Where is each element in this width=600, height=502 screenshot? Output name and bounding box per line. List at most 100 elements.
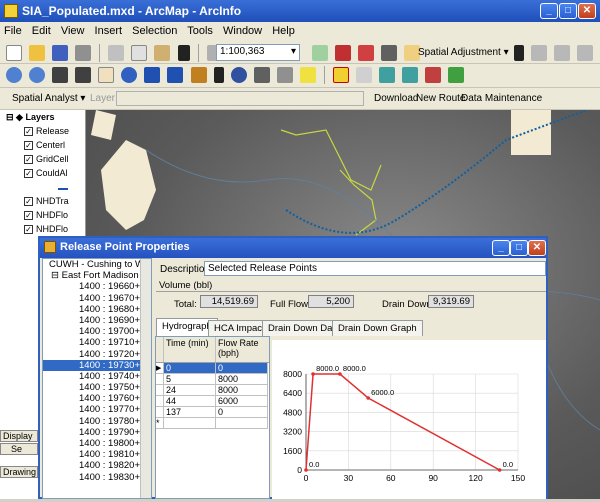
dialog-maximize-button[interactable]: □: [510, 240, 528, 256]
identify-icon[interactable]: [230, 67, 247, 83]
checkbox-icon[interactable]: ✓: [24, 155, 33, 165]
time-column-header[interactable]: Time (min): [164, 337, 216, 362]
select-arrow-icon[interactable]: [514, 45, 524, 61]
checkbox-icon[interactable]: ✓: [24, 211, 33, 221]
flow-rate-cell[interactable]: 8000: [216, 385, 268, 396]
tree-item[interactable]: 1400 : 19830+59: [43, 472, 151, 483]
time-cell[interactable]: 5: [164, 374, 216, 385]
tree-child[interactable]: ⊟ East Fort Madison to: [43, 270, 151, 281]
custom-tool-d-icon[interactable]: [425, 67, 442, 83]
paste-icon[interactable]: [154, 45, 171, 61]
save-icon[interactable]: [52, 45, 69, 61]
toc-layer[interactable]: ✓ GridCell: [0, 152, 85, 166]
cut-icon[interactable]: [108, 45, 125, 61]
release-point-tree[interactable]: CUWH - Cushing to Whi ⊟ East Fort Madiso…: [42, 258, 152, 499]
tree-item[interactable]: 1400 : 19740+59: [43, 371, 151, 382]
dialog-minimize-button[interactable]: _: [492, 240, 510, 256]
menu-file[interactable]: File: [4, 25, 22, 37]
forward-arrow-icon[interactable]: [167, 67, 184, 83]
checkbox-icon[interactable]: ✓: [24, 127, 33, 137]
measure-icon[interactable]: [276, 67, 293, 83]
dialog-close-button[interactable]: ✕: [528, 240, 546, 256]
tree-root[interactable]: CUWH - Cushing to Whi: [43, 259, 151, 270]
toolbox-icon[interactable]: [358, 45, 375, 61]
empty-cell[interactable]: [164, 418, 216, 429]
spatial-adjustment-menu[interactable]: Spatial Adjustment ▾: [418, 47, 509, 58]
data-maintenance-button[interactable]: Data Maintenance: [461, 93, 542, 104]
tree-item[interactable]: 1400 : 19820+59: [43, 460, 151, 471]
checkbox-icon[interactable]: ✓: [24, 197, 33, 207]
checkbox-icon[interactable]: ✓: [24, 141, 33, 151]
fixed-zoom-out-icon[interactable]: [75, 67, 92, 83]
drawing-toolbar[interactable]: Drawing: [0, 466, 38, 478]
close-button[interactable]: ✕: [578, 3, 596, 19]
tree-item[interactable]: 1400 : 19760+59: [43, 393, 151, 404]
select-features-icon[interactable]: [190, 67, 207, 83]
find-binoculars-icon[interactable]: [253, 67, 270, 83]
back-arrow-icon[interactable]: [144, 67, 161, 83]
command-line-icon[interactable]: [381, 45, 398, 61]
select-elements-icon[interactable]: [213, 67, 224, 83]
toc-layer[interactable]: ✓ NHDFlo: [0, 222, 85, 236]
tree-item[interactable]: 1400 : 19710+59: [43, 337, 151, 348]
custom-tool-a-icon[interactable]: [356, 67, 372, 83]
custom-tool-c-icon[interactable]: [402, 67, 419, 83]
zoom-out-icon[interactable]: [29, 67, 46, 83]
new-document-icon[interactable]: [6, 45, 22, 61]
toc-layer[interactable]: ✓ Centerl: [0, 138, 85, 152]
help-icon[interactable]: [332, 67, 349, 83]
editor-icon[interactable]: [312, 45, 328, 61]
minimize-button[interactable]: _: [540, 3, 558, 19]
layers-root[interactable]: ⊟ ◆ Layers: [0, 110, 85, 124]
layer-select[interactable]: [116, 91, 364, 106]
time-cell[interactable]: 137: [164, 407, 216, 418]
tree-item[interactable]: 1400 : 19670+59: [43, 293, 151, 304]
tree-item[interactable]: 1400 : 19770+59: [43, 404, 151, 415]
custom-tool-b-icon[interactable]: [379, 67, 396, 83]
tree-item[interactable]: 1400 : 19680+59: [43, 304, 151, 315]
tree-item[interactable]: 1400 : 19720+59: [43, 349, 151, 360]
fixed-zoom-in-icon[interactable]: [52, 67, 69, 83]
copy-icon[interactable]: [131, 45, 148, 61]
table-row[interactable]: 137 0: [156, 407, 269, 418]
tree-item[interactable]: 1400 : 19660+59: [43, 281, 151, 292]
empty-cell[interactable]: [216, 418, 268, 429]
new-route-button[interactable]: New Route: [416, 93, 465, 104]
toc-layer[interactable]: ✓ NHDFlo: [0, 208, 85, 222]
menu-view[interactable]: View: [61, 25, 85, 37]
map-scale-input[interactable]: 1:100,363 ▾: [216, 44, 300, 61]
tab-drain-down-graph[interactable]: Drain Down Graph: [332, 320, 423, 336]
tree-item[interactable]: 1400 : 19690+59: [43, 315, 151, 326]
table-row[interactable]: 24 8000: [156, 385, 269, 396]
tree-item[interactable]: 1400 : 19810+59: [43, 449, 151, 460]
download-button[interactable]: Download: [374, 93, 418, 104]
tree-scrollbar[interactable]: [140, 259, 151, 498]
chevron-down-icon[interactable]: ▾: [291, 46, 296, 57]
custom-tool-e-icon[interactable]: [448, 67, 465, 83]
print-icon[interactable]: [75, 45, 92, 61]
menu-help[interactable]: Help: [272, 25, 295, 37]
menu-window[interactable]: Window: [223, 25, 262, 37]
multi-link-icon[interactable]: [577, 45, 594, 61]
tree-item-selected[interactable]: 1400 : 19730+59: [43, 359, 151, 371]
flow-rate-cell[interactable]: 0: [216, 407, 268, 418]
tree-item[interactable]: 1400 : 19780+59: [43, 416, 151, 427]
flow-rate-cell[interactable]: 0: [216, 363, 268, 374]
tab-display[interactable]: Display: [0, 430, 38, 442]
arctoolbox-icon[interactable]: [335, 45, 352, 61]
tree-item[interactable]: 1400 : 19800+59: [43, 438, 151, 449]
full-extent-icon[interactable]: [121, 67, 138, 83]
delete-icon[interactable]: [177, 45, 190, 61]
flow-rate-column-header[interactable]: Flow Rate (bph): [216, 337, 268, 362]
tree-item[interactable]: 1400 : 19750+59: [43, 382, 151, 393]
menu-tools[interactable]: Tools: [187, 25, 213, 37]
time-cell[interactable]: 24: [164, 385, 216, 396]
tree-item[interactable]: 1400 : 19700+59: [43, 326, 151, 337]
time-cell[interactable]: 44: [164, 396, 216, 407]
hyperlink-icon[interactable]: [299, 67, 316, 83]
tab-source[interactable]: Se: [0, 443, 38, 455]
pan-hand-icon[interactable]: [98, 67, 115, 83]
table-row[interactable]: 44 6000: [156, 396, 269, 407]
toc-layer[interactable]: ✓ Release: [0, 124, 85, 138]
maximize-button[interactable]: □: [559, 3, 577, 19]
